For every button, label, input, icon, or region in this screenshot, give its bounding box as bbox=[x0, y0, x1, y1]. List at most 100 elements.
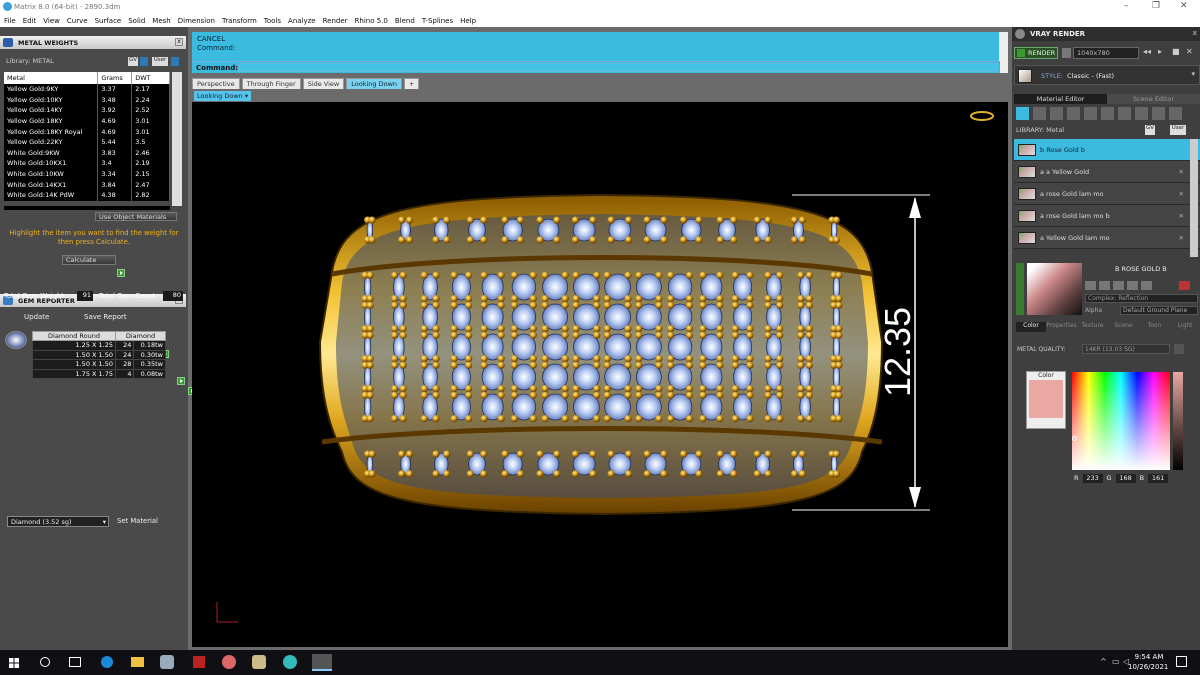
save-report-button[interactable]: Save Report bbox=[84, 313, 127, 321]
network-icon[interactable]: ▭ bbox=[1112, 657, 1120, 666]
task-view-icon[interactable] bbox=[69, 657, 81, 667]
menu-blend[interactable]: Blend bbox=[395, 17, 415, 25]
table-row[interactable]: White Gold:14K PdW 4.38 2.82 bbox=[4, 189, 170, 201]
gem-row[interactable]: 1.25 X 1.25 24 0.18tw bbox=[31, 340, 166, 351]
material-item[interactable]: a Yellow Gold lam mo ✕ bbox=[1014, 227, 1200, 249]
metal-table-scrollbar[interactable] bbox=[172, 72, 182, 206]
stop-icon[interactable]: ■ bbox=[1172, 47, 1180, 56]
material-tool-icon[interactable] bbox=[1050, 107, 1063, 120]
menu-surface[interactable]: Surface bbox=[95, 17, 122, 25]
menu-curve[interactable]: Curve bbox=[67, 17, 88, 25]
menu-tools[interactable]: Tools bbox=[264, 17, 281, 25]
tab-color[interactable]: Color bbox=[1016, 322, 1046, 332]
option-icon[interactable] bbox=[1113, 281, 1124, 290]
color-swatch[interactable] bbox=[1029, 380, 1063, 418]
material-tool-icon[interactable] bbox=[1016, 107, 1029, 120]
material-item-selected[interactable]: b Rose Gold b bbox=[1014, 139, 1200, 161]
material-item[interactable]: a rose Gold lam mo ✕ bbox=[1014, 183, 1200, 205]
gem-row[interactable]: 1.50 X 1.50 28 0.35tw bbox=[31, 359, 166, 370]
gem-row-go-icon[interactable] bbox=[177, 377, 186, 385]
gv-info-icon[interactable] bbox=[140, 57, 148, 66]
table-row[interactable]: White Gold:9KW 3.83 2.46 bbox=[4, 147, 170, 159]
close-icon[interactable]: ✕ bbox=[1186, 47, 1193, 56]
gem-row[interactable]: 1.75 X 1.75 4 0.08tw bbox=[31, 368, 166, 379]
color-picker-cursor[interactable] bbox=[1072, 436, 1077, 441]
tab-perspective[interactable]: Perspective bbox=[192, 78, 240, 89]
gv-button[interactable]: GV bbox=[128, 57, 138, 66]
tab-scene-editor[interactable]: Scene Editor bbox=[1107, 94, 1200, 104]
color-picker-spectrum[interactable] bbox=[1072, 372, 1170, 470]
complex-select[interactable]: Complex: Reflection bbox=[1085, 294, 1198, 303]
col-dwt[interactable]: DWT bbox=[131, 72, 170, 84]
remove-icon[interactable]: ✕ bbox=[1179, 190, 1184, 198]
brightness-slider[interactable] bbox=[1173, 372, 1183, 470]
style-selector[interactable]: STYLE: Classic - (Fast) ▾ bbox=[1014, 65, 1200, 85]
play-icon[interactable]: ▸ bbox=[1158, 47, 1162, 56]
user-button[interactable]: User bbox=[152, 57, 168, 66]
app-icon[interactable] bbox=[252, 655, 266, 669]
menu-tsplines[interactable]: T-Splines bbox=[422, 17, 453, 25]
tab-scene[interactable]: Scene bbox=[1108, 322, 1139, 332]
table-row[interactable]: Yellow Gold:9KY 3.37 2.17 bbox=[4, 84, 170, 95]
calculate-button[interactable]: Calculate bbox=[62, 255, 116, 265]
option-icon[interactable] bbox=[1099, 281, 1110, 290]
r-value[interactable]: 233 bbox=[1082, 474, 1103, 483]
table-row[interactable]: Yellow Gold:10KY 3.48 2.24 bbox=[4, 94, 170, 106]
tab-looking-down[interactable]: Looking Down bbox=[346, 78, 403, 89]
table-row[interactable]: Yellow Gold:22KY 5.44 3.5 bbox=[4, 136, 170, 148]
tab-material-editor[interactable]: Material Editor bbox=[1014, 94, 1107, 104]
user-button[interactable]: User bbox=[1170, 125, 1186, 135]
material-select[interactable]: Diamond (3.52 sg) ▾ bbox=[7, 516, 109, 527]
material-item[interactable]: a rose Gold lam mo b ✕ bbox=[1014, 205, 1200, 227]
menu-edit[interactable]: Edit bbox=[23, 17, 37, 25]
table-row[interactable]: White Gold:14KX1 3.84 2.47 bbox=[4, 179, 170, 190]
notifications-icon[interactable] bbox=[1176, 656, 1187, 667]
menu-file[interactable]: File bbox=[4, 17, 16, 25]
menu-transform[interactable]: Transform bbox=[222, 17, 257, 25]
close-icon[interactable]: x bbox=[175, 38, 183, 46]
collapse-handle[interactable] bbox=[1016, 263, 1024, 315]
material-item[interactable]: a a Yellow Gold ✕ bbox=[1014, 161, 1200, 183]
menu-dimension[interactable]: Dimension bbox=[178, 17, 215, 25]
remove-icon[interactable]: ✕ bbox=[1179, 212, 1184, 220]
ring-mini-icon[interactable] bbox=[970, 111, 994, 121]
app-icon[interactable] bbox=[160, 655, 174, 669]
table-row[interactable]: Yellow Gold:18KY Royal 4.69 3.01 bbox=[4, 126, 170, 137]
ground-plane-select[interactable]: Default Ground Plane bbox=[1120, 306, 1198, 315]
gem-row[interactable]: 1.50 X 1.50 24 0.30tw bbox=[31, 349, 166, 360]
tab-toon[interactable]: Toon bbox=[1139, 322, 1170, 332]
table-row[interactable]: Yellow Gold:14KY 3.92 2.52 bbox=[4, 105, 170, 116]
reset-icon[interactable] bbox=[1179, 281, 1190, 290]
menu-help[interactable]: Help bbox=[460, 17, 476, 25]
command-input[interactable] bbox=[238, 63, 998, 72]
windows-start-icon[interactable] bbox=[9, 658, 19, 668]
close-icon[interactable]: ✕ bbox=[1180, 1, 1188, 11]
camera-icon[interactable] bbox=[1062, 48, 1071, 58]
menu-mesh[interactable]: Mesh bbox=[152, 17, 170, 25]
tray-chevron-icon[interactable]: ^ bbox=[1100, 657, 1107, 666]
tab-side-view[interactable]: Side View bbox=[302, 78, 345, 89]
restore-icon[interactable]: ❐ bbox=[1152, 1, 1160, 11]
material-list-scrollbar[interactable] bbox=[1190, 139, 1198, 257]
remove-icon[interactable]: ✕ bbox=[1179, 168, 1184, 176]
use-object-materials-checkbox[interactable]: Use Object Materials bbox=[95, 212, 177, 221]
file-explorer-icon[interactable] bbox=[131, 657, 144, 667]
calculate-go-icon[interactable] bbox=[117, 269, 125, 277]
option-icon[interactable] bbox=[1085, 281, 1096, 290]
option-icon[interactable] bbox=[1141, 281, 1152, 290]
edge-icon[interactable] bbox=[101, 656, 113, 668]
material-tool-icon[interactable] bbox=[1033, 107, 1046, 120]
material-tool-icon[interactable] bbox=[1084, 107, 1097, 120]
app-icon[interactable] bbox=[283, 655, 297, 669]
g-value[interactable]: 168 bbox=[1115, 474, 1136, 483]
app-icon[interactable] bbox=[193, 656, 205, 668]
alpha-checkbox[interactable]: Alpha bbox=[1085, 307, 1102, 314]
close-icon[interactable]: x bbox=[1192, 29, 1197, 37]
col-metal[interactable]: Metal bbox=[4, 72, 99, 84]
search-icon[interactable] bbox=[40, 657, 50, 667]
menu-view[interactable]: View bbox=[43, 17, 60, 25]
clock-date[interactable]: 10/26/2021 bbox=[1128, 663, 1168, 671]
b-value[interactable]: 161 bbox=[1148, 474, 1169, 483]
matrix-app-icon[interactable] bbox=[312, 654, 332, 671]
metal-quality-select[interactable]: 14KR (13.03 SG) bbox=[1082, 344, 1170, 354]
